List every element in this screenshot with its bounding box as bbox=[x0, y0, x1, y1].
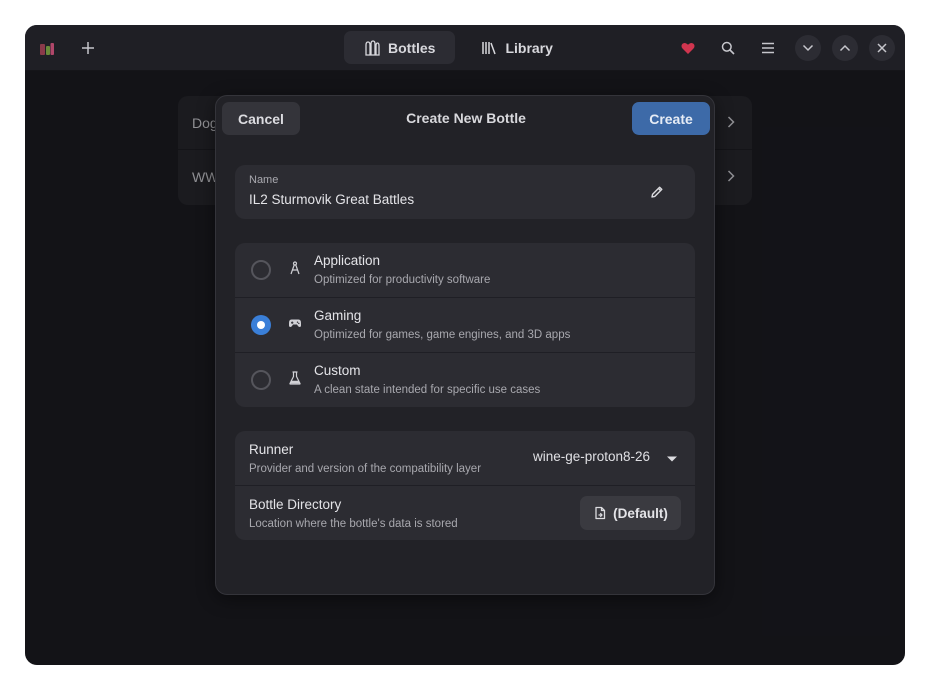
environment-title: Gaming bbox=[314, 308, 362, 323]
bottle-directory-row: Bottle Directory Location where the bott… bbox=[235, 486, 695, 540]
gaming-radio[interactable] bbox=[251, 315, 271, 335]
dropdown-arrow-icon[interactable] bbox=[665, 452, 679, 466]
tab-bottles[interactable]: Bottles bbox=[344, 31, 456, 64]
choose-directory-button[interactable]: (Default) bbox=[580, 496, 681, 530]
environment-list: Application Optimized for productivity s… bbox=[235, 243, 695, 407]
create-bottle-dialog: Cancel Create New Bottle Create Name IL2… bbox=[215, 95, 715, 595]
bottle-settings-list: Runner Provider and version of the compa… bbox=[235, 431, 695, 540]
bottles-icon bbox=[365, 39, 380, 56]
bottles-app-icon bbox=[39, 41, 55, 57]
name-field-label: Name bbox=[249, 174, 279, 186]
environment-subtitle: Optimized for productivity software bbox=[314, 274, 491, 286]
environment-option-gaming[interactable]: Gaming Optimized for games, game engines… bbox=[235, 298, 695, 353]
minimize-button[interactable] bbox=[795, 35, 821, 61]
create-button[interactable]: Create bbox=[632, 102, 710, 135]
name-entry-row[interactable]: Name IL2 Sturmovik Great Battles bbox=[235, 165, 695, 219]
chevron-down-icon bbox=[802, 44, 814, 52]
directory-title: Bottle Directory bbox=[249, 497, 342, 512]
runner-row[interactable]: Runner Provider and version of the compa… bbox=[235, 431, 695, 486]
search-icon bbox=[721, 41, 735, 55]
view-switcher: Bottles Library bbox=[344, 31, 573, 64]
environment-title: Application bbox=[314, 253, 381, 268]
environment-option-custom[interactable]: Custom A clean state intended for specif… bbox=[235, 353, 695, 407]
custom-radio[interactable] bbox=[251, 370, 271, 390]
directory-button-label: (Default) bbox=[613, 505, 668, 521]
pencil-edit-icon[interactable] bbox=[649, 184, 665, 200]
directory-subtitle: Location where the bottle's data is stor… bbox=[249, 518, 458, 530]
headerbar: Bottles Library bbox=[25, 25, 905, 71]
donate-button[interactable] bbox=[679, 39, 697, 57]
add-bottle-button[interactable] bbox=[77, 37, 99, 59]
document-open-icon bbox=[595, 506, 606, 520]
tab-library-label: Library bbox=[505, 39, 553, 56]
environment-option-application[interactable]: Application Optimized for productivity s… bbox=[235, 243, 695, 298]
tab-library[interactable]: Library bbox=[461, 31, 572, 64]
tab-bottles-label: Bottles bbox=[388, 39, 436, 56]
maximize-button[interactable] bbox=[832, 35, 858, 61]
chevron-up-icon bbox=[839, 44, 851, 52]
runner-subtitle: Provider and version of the compatibilit… bbox=[249, 463, 482, 475]
runner-title: Runner bbox=[249, 442, 294, 457]
library-icon bbox=[482, 41, 497, 54]
close-window-button[interactable] bbox=[869, 35, 895, 61]
name-field[interactable]: IL2 Sturmovik Great Battles bbox=[249, 192, 414, 207]
runner-dropdown[interactable]: wine-ge-proton8-26 bbox=[533, 449, 650, 464]
environment-title: Custom bbox=[314, 363, 361, 378]
hamburger-menu-icon bbox=[762, 42, 774, 54]
environment-subtitle: Optimized for games, game engines, and 3… bbox=[314, 329, 571, 341]
search-button[interactable] bbox=[719, 39, 737, 57]
heart-icon bbox=[681, 42, 695, 54]
compass-icon bbox=[290, 261, 300, 275]
gamepad-icon bbox=[289, 319, 301, 327]
environment-subtitle: A clean state intended for specific use … bbox=[314, 384, 541, 396]
main-menu-button[interactable] bbox=[759, 39, 777, 57]
app-window: Bottles Library Dog WW Cancel Create New… bbox=[25, 25, 905, 665]
flask-icon bbox=[289, 371, 301, 385]
application-radio[interactable] bbox=[251, 260, 271, 280]
close-icon bbox=[877, 43, 887, 53]
plus-icon bbox=[82, 42, 94, 54]
